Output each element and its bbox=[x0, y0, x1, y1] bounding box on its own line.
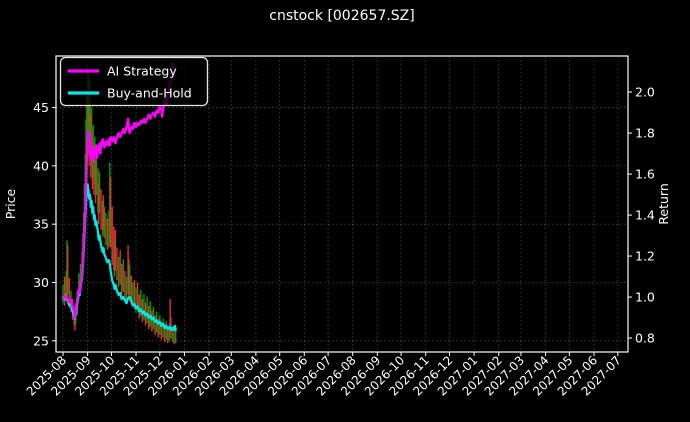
figure: cnstock [002657.SZ] 2025-08 2025-09 2025-1… bbox=[0, 0, 690, 422]
price-tick-label: 40 bbox=[33, 158, 49, 173]
return-tick-label: 1.6 bbox=[635, 167, 655, 182]
return-tick-label: 1.0 bbox=[635, 290, 655, 305]
stock-chart: cnstock [002657.SZ] 2025-082025-092025-1… bbox=[3, 8, 671, 399]
price-tick-label: 45 bbox=[33, 100, 49, 115]
return-tick-label: 1.4 bbox=[635, 208, 655, 223]
price-tick-label: 30 bbox=[33, 275, 49, 290]
buy-and-hold-line bbox=[61, 183, 177, 332]
chart-title: cnstock [002657.SZ] bbox=[269, 8, 414, 24]
right-axis-label: Return bbox=[656, 183, 671, 224]
legend-ai-strategy-label: AI Strategy bbox=[107, 64, 177, 79]
return-tick-label: 1.8 bbox=[635, 126, 655, 141]
return-tick-label: 2.0 bbox=[635, 85, 655, 100]
legend: AI Strategy Buy-and-Hold bbox=[59, 56, 209, 107]
return-tick-label: 0.8 bbox=[635, 331, 655, 346]
return-tick-label: 1.2 bbox=[635, 249, 655, 264]
price-tick-label: 35 bbox=[33, 217, 49, 232]
price-tick-label: 25 bbox=[33, 333, 49, 348]
legend-buy-and-hold-label: Buy-and-Hold bbox=[107, 86, 192, 101]
left-axis-label: Price bbox=[3, 188, 18, 219]
